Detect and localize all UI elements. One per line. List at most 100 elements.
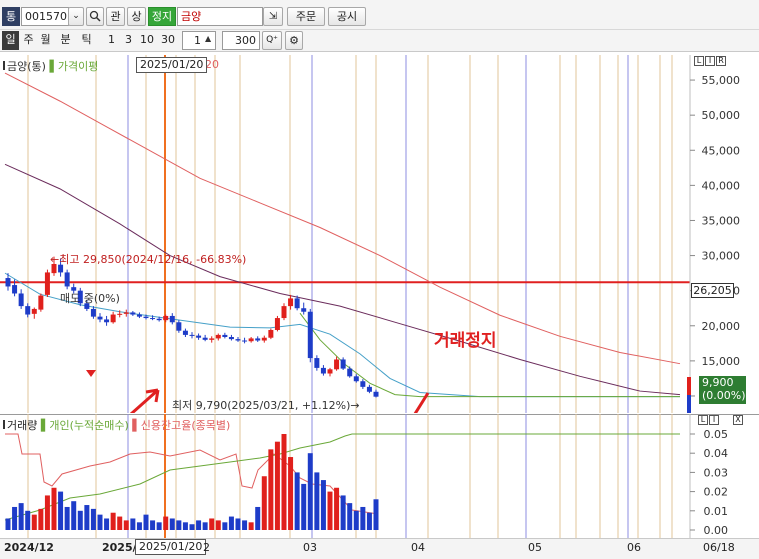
market-badge[interactable]: 통 — [2, 7, 20, 26]
partial-sell-label: 매도 중(0%) — [60, 292, 120, 305]
interval-10[interactable]: 10 — [137, 31, 157, 50]
stock-name-field[interactable]: 금양 — [177, 7, 263, 26]
price-y-axis: 55,00050,00045,00040,00035,00030,00025,0… — [690, 74, 740, 403]
volume-bar — [123, 520, 129, 530]
code-dropdown-button[interactable]: ⌄ — [68, 7, 84, 26]
chart-window: 통 001570 ⌄ 관 상 정지 금양 ⇲ 주문 공시 일 주 월 분 틱 1… — [0, 0, 759, 559]
volume-y-tick-label: 0.00 — [704, 524, 729, 537]
candle-body — [31, 308, 37, 314]
volume-bar — [31, 514, 37, 530]
volume-bar — [143, 514, 149, 530]
candle-body — [353, 376, 359, 382]
candle-body — [196, 335, 202, 338]
volume-bar — [71, 501, 77, 530]
x-label-06: 06 — [627, 541, 641, 554]
period-tick[interactable]: 틱 — [79, 31, 94, 50]
candle-body — [97, 316, 103, 320]
period-week[interactable]: 주 — [21, 31, 36, 50]
scale-invert-button[interactable]: I — [705, 56, 715, 66]
volume-bar — [182, 522, 188, 530]
period-day[interactable]: 일 — [2, 31, 19, 50]
candle-body — [228, 337, 234, 340]
candle-body — [307, 311, 313, 359]
candle-body — [268, 329, 274, 338]
volume-bar — [84, 505, 90, 530]
order-button[interactable]: 주문 — [287, 7, 325, 26]
volume-bar — [150, 520, 156, 530]
low-price-annotation: 최저 9,790(2025/03/21, +1.12%)→ — [172, 399, 360, 412]
watch-tag[interactable]: 관 — [106, 7, 125, 26]
volume-bar — [235, 518, 241, 530]
candle-body — [242, 340, 248, 342]
magnifier-plus-icon: Q⁺ — [266, 35, 278, 45]
x-label-2025: 2025/ — [102, 541, 137, 554]
interval-1[interactable]: 1 — [104, 31, 119, 50]
volume-bar — [261, 476, 267, 530]
name-expand-button[interactable]: ⇲ — [263, 7, 283, 26]
period-month[interactable]: 월 — [38, 31, 53, 50]
x-label-05: 05 — [528, 541, 542, 554]
candle-body — [255, 338, 261, 341]
candle-body — [320, 367, 326, 374]
hline-value-label: 26,205 — [691, 283, 734, 298]
candle-body — [327, 369, 333, 374]
volume-bar — [77, 510, 83, 530]
volume-bar — [156, 522, 162, 530]
zoom-button[interactable]: Q⁺ — [262, 31, 282, 50]
candle-body — [169, 315, 175, 323]
interval-30[interactable]: 30 — [158, 31, 178, 50]
notice-button[interactable]: 공시 — [328, 7, 366, 26]
volume-bar — [104, 518, 110, 530]
volume-close-button[interactable]: X — [733, 415, 743, 425]
volume-bar — [353, 510, 359, 530]
volume-bar — [136, 522, 142, 530]
interval-3[interactable]: 3 — [121, 31, 136, 50]
price-scale-buttons: L I R — [694, 56, 726, 66]
price-pane[interactable]: 55,00050,00045,00040,00035,00030,00025,0… — [0, 55, 759, 413]
halt-tag: 정지 — [148, 7, 176, 26]
scale-reset-button[interactable]: R — [716, 56, 726, 66]
period-minute[interactable]: 분 — [58, 31, 73, 50]
price-legend: 금양(통) ▌가격이평 — [3, 58, 98, 74]
y-tick-label: 45,000 — [702, 144, 741, 157]
count-input[interactable]: 300 — [222, 31, 260, 50]
volume-log-button[interactable]: L — [698, 415, 708, 425]
volume-bar — [294, 472, 300, 530]
volume-y-tick-label: 0.02 — [704, 486, 729, 499]
unit-spinner-icon[interactable]: ▲ — [205, 34, 211, 43]
legend-stock-name: 금양(통) — [7, 60, 46, 73]
volume-bar — [117, 516, 123, 530]
scale-log-button[interactable]: L — [694, 56, 704, 66]
volume-bar — [51, 487, 57, 530]
volume-bar — [255, 506, 261, 530]
volume-bar — [222, 522, 228, 530]
candle-body — [294, 298, 300, 309]
y-tick-label: 35,000 — [702, 214, 741, 227]
rise-tag[interactable]: 상 — [127, 7, 146, 26]
volume-bar — [169, 518, 175, 530]
settings-button[interactable]: ⚙ — [285, 31, 303, 50]
volume-bar — [90, 508, 96, 530]
search-button[interactable] — [86, 7, 104, 26]
volume-bar — [274, 441, 280, 530]
volume-invert-button[interactable]: I — [709, 415, 719, 425]
volume-bar — [373, 499, 379, 530]
candle-body — [301, 308, 307, 312]
chevron-down-icon: ⌄ — [72, 11, 80, 21]
period-toolbar: 일 주 월 분 틱 1 3 10 30 1 ▲ 300 Q⁺ ⚙ — [0, 30, 759, 52]
volume-y-axis: 0.05 0.04 0.03 0.02 0.01 0.00 — [690, 428, 728, 537]
candle-body — [261, 337, 267, 341]
candle-body — [215, 334, 221, 339]
last-change: (0.00%) — [702, 389, 746, 402]
volume-bar — [307, 453, 313, 530]
volume-bar — [163, 516, 169, 530]
y-tick-label: 50,000 — [702, 109, 741, 122]
candle-body — [222, 334, 228, 338]
y-tick-label: 15,000 — [702, 355, 741, 368]
candle-body — [189, 334, 195, 336]
candle-body — [373, 391, 379, 397]
candle-body — [248, 338, 254, 342]
volume-bar — [314, 472, 320, 530]
candle-body — [281, 306, 287, 319]
stock-code-input[interactable]: 001570 — [21, 7, 69, 26]
